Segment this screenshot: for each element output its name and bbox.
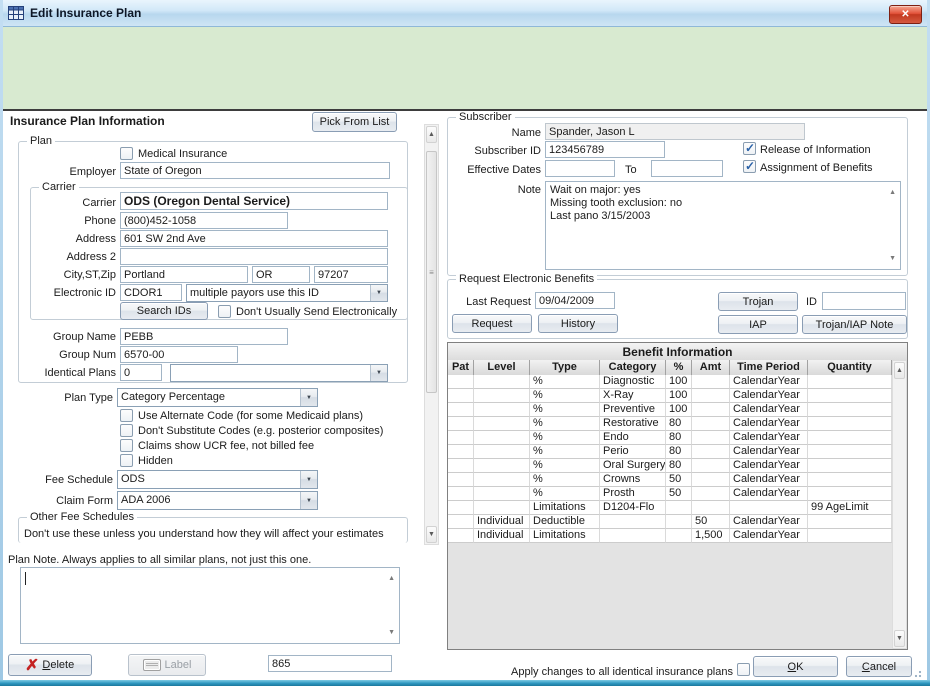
- column-header-type: Type: [530, 360, 600, 375]
- effective-from-input[interactable]: [545, 160, 615, 177]
- table-row[interactable]: %Restorative80CalendarYear: [448, 417, 892, 431]
- table-row[interactable]: IndividualDeductible50CalendarYear: [448, 515, 892, 529]
- last-request-label: Last Request: [447, 296, 531, 309]
- close-button[interactable]: ✕: [889, 5, 922, 24]
- trojan-id-label: ID: [806, 296, 817, 309]
- table-row[interactable]: %Prosth50CalendarYear: [448, 487, 892, 501]
- table-row[interactable]: %X-Ray100CalendarYear: [448, 389, 892, 403]
- scroll-down-icon[interactable]: ▼: [889, 252, 896, 265]
- table-row[interactable]: %Crowns50CalendarYear: [448, 473, 892, 487]
- benefit-table-scrollbar[interactable]: ▲ ▼: [892, 360, 907, 649]
- subscriber-note-label: Note: [447, 184, 541, 197]
- column-header-category: Category: [600, 360, 666, 375]
- table-row[interactable]: LimitationsD1204-Flo99 AgeLimit: [448, 501, 892, 515]
- scroll-down-icon[interactable]: ▼: [894, 630, 905, 647]
- benefit-table-empty-area: [448, 543, 892, 649]
- app-grid-icon: [8, 5, 24, 21]
- assignment-of-benefits-label: Assignment of Benefits: [760, 162, 873, 175]
- table-row[interactable]: %Diagnostic100CalendarYear: [448, 375, 892, 389]
- to-label: To: [625, 164, 637, 177]
- trojan-button[interactable]: Trojan: [718, 292, 798, 311]
- table-row[interactable]: %Oral Surgery80CalendarYear: [448, 459, 892, 473]
- subscriber-id-input[interactable]: [545, 141, 665, 158]
- resize-grip[interactable]: [914, 668, 924, 678]
- benefit-information-panel: Benefit Information Pat Level Type Categ…: [447, 342, 908, 650]
- table-row[interactable]: IndividualLimitations1,500CalendarYear: [448, 529, 892, 543]
- subscriber-group-label: Subscriber: [456, 111, 515, 124]
- cancel-button[interactable]: Cancel: [846, 656, 912, 677]
- column-header-percent: %: [666, 360, 692, 375]
- apply-changes-label: Apply changes to all identical insurance…: [440, 666, 733, 679]
- scroll-up-icon[interactable]: ▲: [889, 186, 896, 199]
- column-header-level: Level: [474, 360, 530, 375]
- apply-changes-checkbox[interactable]: [737, 663, 750, 676]
- table-row[interactable]: %Perio80CalendarYear: [448, 445, 892, 459]
- window-titlebar[interactable]: Edit Insurance Plan ✕: [0, 0, 930, 27]
- release-of-information-checkbox[interactable]: [743, 142, 756, 155]
- subscriber-name-input: [545, 123, 805, 140]
- close-icon: ✕: [901, 9, 909, 20]
- column-header-time-period: Time Period: [730, 360, 808, 375]
- trojan-iap-note-button[interactable]: Trojan/IAP Note: [802, 315, 907, 334]
- scroll-up-icon[interactable]: ▲: [894, 362, 905, 379]
- subscriber-note-textarea[interactable]: ▲ ▼ Wait on major: yesMissing tooth excl…: [545, 181, 901, 270]
- column-header-pat: Pat: [448, 360, 474, 375]
- subscriber-name-label: Name: [447, 127, 541, 140]
- window-border-bottom: [0, 680, 930, 686]
- request-button[interactable]: Request: [452, 314, 532, 333]
- table-row[interactable]: %Preventive100CalendarYear: [448, 403, 892, 417]
- iap-button[interactable]: IAP: [718, 315, 798, 334]
- trojan-id-input[interactable]: [822, 292, 906, 310]
- effective-dates-label: Effective Dates: [447, 164, 541, 177]
- column-header-amt: Amt: [692, 360, 730, 375]
- window-border-left: [0, 0, 3, 686]
- last-request-input[interactable]: [535, 292, 615, 309]
- patient-information-section: [3, 26, 927, 111]
- window-title: Edit Insurance Plan: [30, 6, 141, 20]
- benefit-table-header: Pat Level Type Category % Amt Time Perio…: [448, 360, 892, 376]
- request-electronic-benefits-label: Request Electronic Benefits: [456, 273, 597, 286]
- subscriber-id-label: Subscriber ID: [447, 145, 541, 158]
- release-of-information-label: Release of Information: [760, 144, 871, 157]
- table-row[interactable]: %Endo80CalendarYear: [448, 431, 892, 445]
- effective-to-input[interactable]: [651, 160, 723, 177]
- column-header-quantity: Quantity: [808, 360, 892, 375]
- assignment-of-benefits-checkbox[interactable]: [743, 160, 756, 173]
- ok-button[interactable]: OK: [753, 656, 838, 677]
- edit-insurance-plan-window: Edit Insurance Plan ✕ Patient Informatio…: [0, 0, 930, 686]
- benefit-information-title: Benefit Information: [448, 343, 907, 361]
- benefit-table-rows: %Diagnostic100CalendarYear%X-Ray100Calen…: [448, 375, 892, 543]
- history-button[interactable]: History: [538, 314, 618, 333]
